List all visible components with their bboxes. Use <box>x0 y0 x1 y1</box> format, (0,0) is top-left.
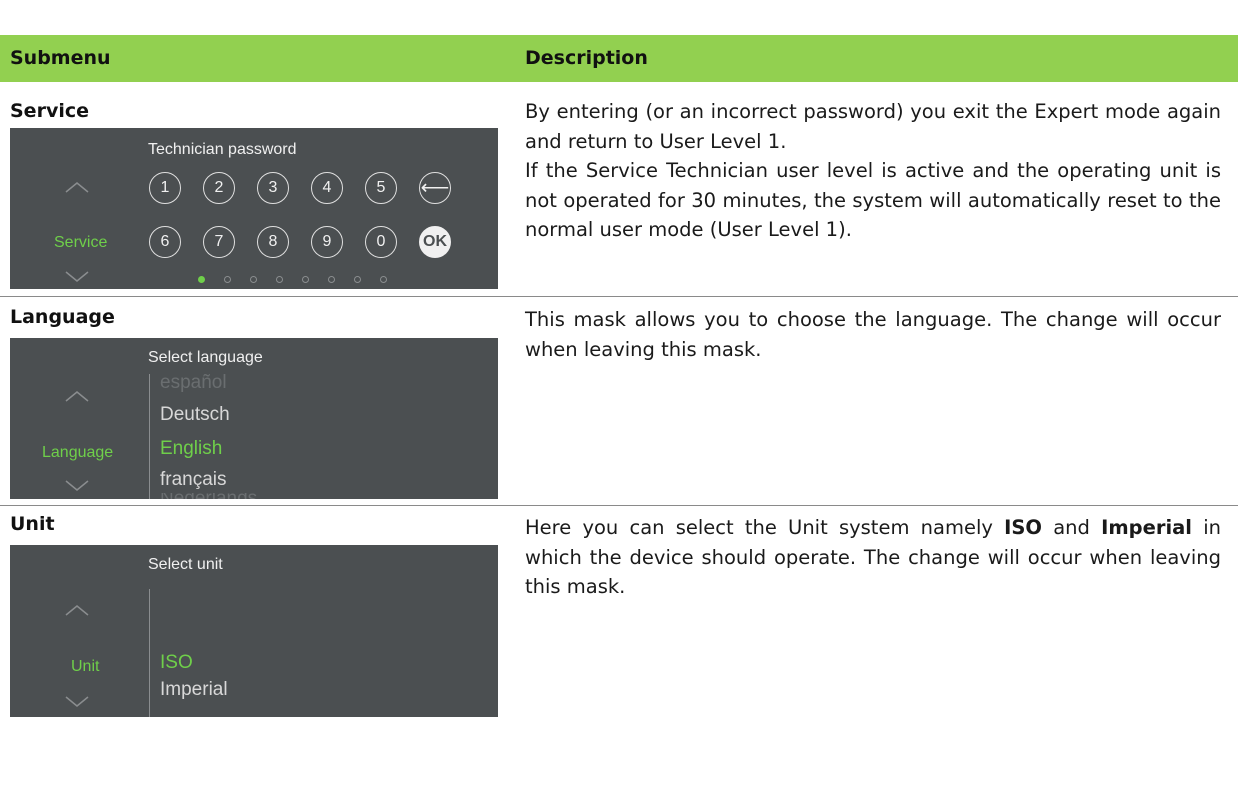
page-dot[interactable] <box>276 276 283 283</box>
screen-title: Select unit <box>148 556 223 573</box>
backspace-key[interactable]: ⟵ <box>419 172 451 204</box>
key-4[interactable]: 4 <box>311 172 343 204</box>
language-screen: Select language Language español Deutsch… <box>10 338 498 499</box>
page-dot[interactable] <box>354 276 361 283</box>
row-divider <box>0 296 1238 297</box>
row-title-language: Language <box>10 306 115 328</box>
page-dot[interactable] <box>250 276 257 283</box>
page-dot[interactable] <box>380 276 387 283</box>
chevron-up-icon[interactable] <box>64 603 90 617</box>
language-option[interactable]: español <box>160 372 227 394</box>
unit-option-selected[interactable]: ISO <box>160 652 193 674</box>
side-label: Unit <box>71 658 100 675</box>
description-language: This mask allows you to choose the langu… <box>525 305 1221 364</box>
header-description: Description <box>525 47 648 69</box>
chevron-down-icon[interactable] <box>64 270 90 284</box>
key-0[interactable]: 0 <box>365 226 397 258</box>
page-dot[interactable] <box>302 276 309 283</box>
language-option-selected[interactable]: English <box>160 438 222 460</box>
description-text: and <box>1042 516 1102 539</box>
page-dot-active[interactable] <box>198 276 205 283</box>
language-option[interactable]: Nederlands <box>160 493 257 499</box>
service-screen: Technician password Service 1 2 3 4 5 ⟵ … <box>10 128 498 289</box>
description-service: By entering (or an incorrect password) y… <box>525 97 1221 245</box>
screen-title: Select language <box>148 349 263 366</box>
description-unit: Here you can select the Unit system name… <box>525 513 1221 602</box>
key-8[interactable]: 8 <box>257 226 289 258</box>
page-dot[interactable] <box>328 276 335 283</box>
table-header: Submenu Description <box>0 35 1238 82</box>
list-divider <box>149 374 150 499</box>
list-divider <box>149 589 150 717</box>
key-6[interactable]: 6 <box>149 226 181 258</box>
key-9[interactable]: 9 <box>311 226 343 258</box>
key-2[interactable]: 2 <box>203 172 235 204</box>
page-dot[interactable] <box>224 276 231 283</box>
chevron-down-icon[interactable] <box>64 695 90 709</box>
chevron-up-icon[interactable] <box>64 389 90 403</box>
description-paragraph: By entering (or an incorrect password) y… <box>525 100 1221 153</box>
row-title-unit: Unit <box>10 513 55 535</box>
key-1[interactable]: 1 <box>149 172 181 204</box>
unit-screen: Select unit Unit ISO Imperial <box>10 545 498 717</box>
language-option[interactable]: Deutsch <box>160 404 230 426</box>
description-paragraph: This mask allows you to choose the langu… <box>525 308 1221 361</box>
side-label: Service <box>54 234 108 251</box>
unit-option[interactable]: Imperial <box>160 679 228 701</box>
ok-key[interactable]: OK <box>419 226 451 258</box>
key-5[interactable]: 5 <box>365 172 397 204</box>
screen-title: Technician password <box>148 141 297 158</box>
chevron-up-icon[interactable] <box>64 180 90 194</box>
side-label: Language <box>42 444 114 461</box>
language-option[interactable]: français <box>160 469 227 491</box>
description-bold-iso: ISO <box>1004 516 1042 539</box>
key-7[interactable]: 7 <box>203 226 235 258</box>
description-text: Here you can select the Unit system name… <box>525 516 1005 539</box>
description-bold-imperial: Imperial <box>1101 516 1192 539</box>
row-divider <box>0 505 1238 506</box>
header-submenu: Submenu <box>10 47 111 69</box>
description-paragraph: Here you can select the Unit system name… <box>525 513 1221 602</box>
key-3[interactable]: 3 <box>257 172 289 204</box>
description-paragraph: If the Service Technician user level is … <box>525 159 1221 241</box>
row-title-service: Service <box>10 100 89 122</box>
chevron-down-icon[interactable] <box>64 479 90 493</box>
